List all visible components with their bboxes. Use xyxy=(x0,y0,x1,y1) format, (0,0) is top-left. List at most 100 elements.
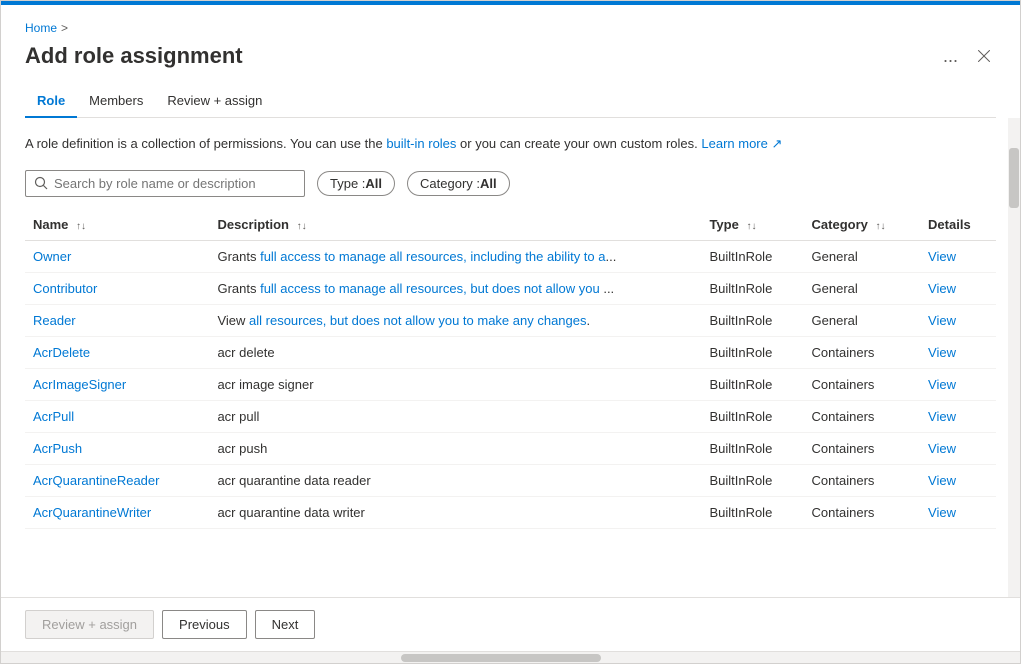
category-sort-icon: ↑↓ xyxy=(876,221,886,232)
learn-more-link[interactable]: Learn more ↗ xyxy=(701,136,782,151)
previous-button[interactable]: Previous xyxy=(162,610,247,639)
type-cell: BuiltInRole xyxy=(701,400,803,432)
type-cell: BuiltInRole xyxy=(701,368,803,400)
search-input[interactable] xyxy=(54,176,296,191)
table-row: AcrPushacr pushBuiltInRoleContainersView xyxy=(25,432,996,464)
view-link[interactable]: View xyxy=(928,409,956,424)
category-cell: General xyxy=(804,240,921,272)
col-name[interactable]: Name ↑↓ xyxy=(25,209,209,241)
name-sort-icon: ↑↓ xyxy=(76,221,86,232)
details-cell: View xyxy=(920,496,996,528)
details-cell: View xyxy=(920,464,996,496)
view-link[interactable]: View xyxy=(928,249,956,264)
view-link[interactable]: View xyxy=(928,313,956,328)
table-row: AcrQuarantineReaderacr quarantine data r… xyxy=(25,464,996,496)
description-cell: acr image signer xyxy=(209,368,701,400)
view-link[interactable]: View xyxy=(928,345,956,360)
search-icon xyxy=(34,176,48,190)
category-value: All xyxy=(480,176,497,191)
role-name-cell: Reader xyxy=(25,304,209,336)
breadcrumb-chevron: > xyxy=(61,21,68,35)
type-cell: BuiltInRole xyxy=(701,304,803,336)
role-name-link[interactable]: Owner xyxy=(33,249,71,264)
role-name-cell: AcrPull xyxy=(25,400,209,432)
view-link[interactable]: View xyxy=(928,441,956,456)
details-cell: View xyxy=(920,368,996,400)
title-row: Add role assignment ... xyxy=(25,43,996,69)
table-row: AcrDeleteacr deleteBuiltInRoleContainers… xyxy=(25,336,996,368)
tabs: Role Members Review + assign xyxy=(25,85,996,118)
breadcrumb-home[interactable]: Home xyxy=(25,21,57,35)
details-cell: View xyxy=(920,272,996,304)
role-name-cell: AcrImageSigner xyxy=(25,368,209,400)
header: Home > Add role assignment ... Role Memb… xyxy=(1,5,1020,118)
type-label: Type : xyxy=(330,176,365,191)
role-name-cell: AcrDelete xyxy=(25,336,209,368)
category-cell: Containers xyxy=(804,496,921,528)
role-name-cell: Owner xyxy=(25,240,209,272)
tab-role[interactable]: Role xyxy=(25,85,77,118)
description-sort-icon: ↑↓ xyxy=(297,221,307,232)
details-cell: View xyxy=(920,432,996,464)
description-cell: acr push xyxy=(209,432,701,464)
view-link[interactable]: View xyxy=(928,281,956,296)
role-name-link[interactable]: AcrImageSigner xyxy=(33,377,126,392)
role-name-link[interactable]: Reader xyxy=(33,313,76,328)
builtin-roles-link[interactable]: built-in roles xyxy=(386,136,456,151)
type-cell: BuiltInRole xyxy=(701,432,803,464)
details-cell: View xyxy=(920,336,996,368)
add-role-assignment-window: Home > Add role assignment ... Role Memb… xyxy=(0,0,1021,664)
bottom-scrollbar[interactable] xyxy=(1,651,1020,663)
role-name-cell: AcrQuarantineWriter xyxy=(25,496,209,528)
type-cell: BuiltInRole xyxy=(701,496,803,528)
role-name-link[interactable]: Contributor xyxy=(33,281,97,296)
col-description[interactable]: Description ↑↓ xyxy=(209,209,701,241)
category-cell: Containers xyxy=(804,368,921,400)
description-highlight: full access to manage all resources, but… xyxy=(260,281,600,296)
role-name-link[interactable]: AcrQuarantineReader xyxy=(33,473,159,488)
table-row: Reader View all resources, but does not a… xyxy=(25,304,996,336)
details-cell: View xyxy=(920,304,996,336)
description-highlight: all resources, but does not allow you to… xyxy=(249,313,586,328)
col-category[interactable]: Category ↑↓ xyxy=(804,209,921,241)
type-cell: BuiltInRole xyxy=(701,240,803,272)
tab-members[interactable]: Members xyxy=(77,85,155,118)
role-name-link[interactable]: AcrPush xyxy=(33,441,82,456)
view-link[interactable]: View xyxy=(928,505,956,520)
role-name-link[interactable]: AcrQuarantineWriter xyxy=(33,505,151,520)
role-name-link[interactable]: AcrPull xyxy=(33,409,74,424)
ellipsis-button[interactable]: ... xyxy=(937,44,964,69)
table-wrapper: Name ↑↓ Description ↑↓ Type ↑↓ xyxy=(25,209,996,582)
tab-review-assign[interactable]: Review + assign xyxy=(155,85,274,118)
description-highlight: full access to manage all resources, inc… xyxy=(260,249,605,264)
type-filter[interactable]: Type : All xyxy=(317,171,395,196)
description-text: A role definition is a collection of per… xyxy=(25,134,996,154)
horizontal-scrollbar-thumb xyxy=(401,654,601,662)
next-button[interactable]: Next xyxy=(255,610,316,639)
content-area: A role definition is a collection of per… xyxy=(1,118,1020,597)
role-name-cell: AcrPush xyxy=(25,432,209,464)
type-cell: BuiltInRole xyxy=(701,272,803,304)
table-row: AcrQuarantineWriteracr quarantine data w… xyxy=(25,496,996,528)
main-area: A role definition is a collection of per… xyxy=(1,118,1020,597)
close-button[interactable] xyxy=(972,44,996,68)
review-assign-button[interactable]: Review + assign xyxy=(25,610,154,639)
footer: Review + assign Previous Next xyxy=(1,597,1020,651)
right-scrollbar[interactable] xyxy=(1008,118,1020,597)
table-row: OwnerGrants full access to manage all re… xyxy=(25,240,996,272)
filter-row: Type : All Category : All xyxy=(25,170,996,197)
category-filter[interactable]: Category : All xyxy=(407,171,510,196)
role-name-link[interactable]: AcrDelete xyxy=(33,345,90,360)
search-box[interactable] xyxy=(25,170,305,197)
scrollbar-thumb xyxy=(1009,148,1019,208)
category-cell: Containers xyxy=(804,336,921,368)
view-link[interactable]: View xyxy=(928,473,956,488)
details-cell: View xyxy=(920,240,996,272)
view-link[interactable]: View xyxy=(928,377,956,392)
col-type[interactable]: Type ↑↓ xyxy=(701,209,803,241)
type-cell: BuiltInRole xyxy=(701,464,803,496)
roles-table: Name ↑↓ Description ↑↓ Type ↑↓ xyxy=(25,209,996,529)
table-header: Name ↑↓ Description ↑↓ Type ↑↓ xyxy=(25,209,996,241)
close-icon xyxy=(976,48,992,64)
type-sort-icon: ↑↓ xyxy=(746,221,756,232)
